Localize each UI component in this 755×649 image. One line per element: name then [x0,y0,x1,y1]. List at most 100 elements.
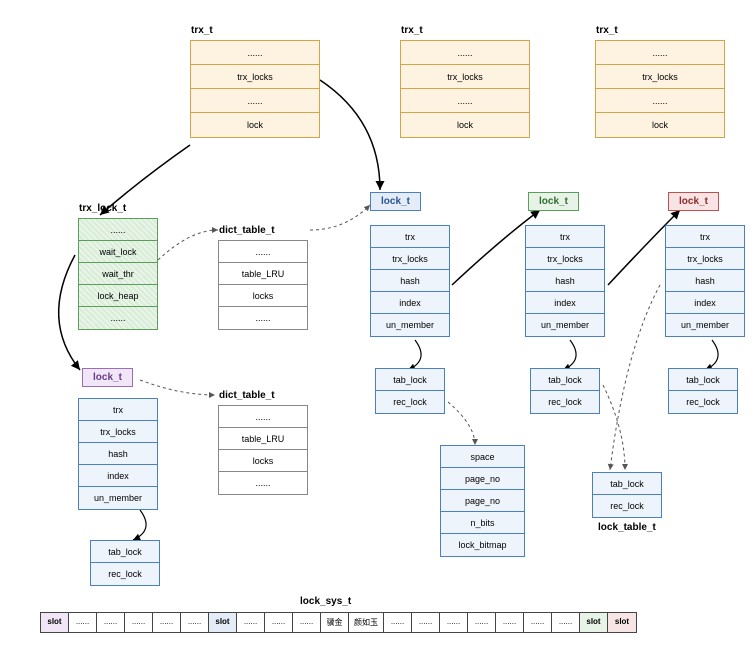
lock-t-fields-2: trx trx_locks hash index un_member [370,225,450,337]
cell-wait-thr: wait_thr [79,263,157,285]
cell-space: space [441,446,524,468]
cell-un-member: un_member [666,314,744,336]
trx-cell: ...... [401,41,529,65]
slot-cjk-1: 骥金 [321,613,349,632]
cell-hash: hash [666,270,744,292]
slot-cjk-2: 颜如玉 [349,613,384,632]
dict-table-t-2: dict_table_t ...... table_LRU locks ....… [218,405,308,495]
cell-page-no: page_no [441,490,524,512]
cell-wait-lock: wait_lock [79,241,157,263]
cell-lock-heap: lock_heap [79,285,157,307]
cell: ...... [79,307,157,329]
trx-cell: ...... [596,89,724,113]
trx-cell: trx_locks [596,65,724,89]
slot-dots: ...... [153,613,181,632]
cell-table-lru: table_LRU [219,263,307,285]
cell-locks: locks [219,450,307,472]
lock-t-header-red: lock_t [668,192,719,211]
dict-table-t-title: dict_table_t [219,390,275,401]
cell-rec-lock: rec_lock [91,563,159,585]
cell-page-no: page_no [441,468,524,490]
slot-dots: ...... [496,613,524,632]
slot-blue: slot [209,613,237,632]
cell-rec-lock: rec_lock [531,391,599,413]
slot-dots: ...... [265,613,293,632]
cell-hash: hash [526,270,604,292]
slot-dots: ...... [237,613,265,632]
cell-index: index [526,292,604,314]
trx-t-box-2: trx_t ...... trx_locks ...... lock [400,40,530,138]
cell-index: index [371,292,449,314]
cell: ...... [219,472,307,494]
cell-trx-locks: trx_locks [371,248,449,270]
lock-sub-2: tab_lock rec_lock [375,368,445,414]
lock-t-header-green: lock_t [528,192,579,211]
trx-t-title: trx_t [191,25,213,36]
lock-t-header-purple: lock_t [82,368,133,387]
cell-tab-lock: tab_lock [376,369,444,391]
cell-index: index [666,292,744,314]
lock-table-t-label: lock_table_t [598,522,656,533]
trx-t-box-3: trx_t ...... trx_locks ...... lock [595,40,725,138]
trx-cell: ...... [191,41,319,65]
cell: ...... [79,219,157,241]
trx-cell-lock: lock [191,113,319,137]
slot-green: slot [580,613,608,632]
cell-n-bits: n_bits [441,512,524,534]
slot-red: slot [608,613,636,632]
trx-lock-t-title: trx_lock_t [79,203,126,214]
lock-sub-3: tab_lock rec_lock [530,368,600,414]
cell-tab-lock: tab_lock [593,473,661,495]
slot-dots: ...... [552,613,580,632]
lock-t-header-blue: lock_t [370,192,421,211]
lock-t-fields-4: trx trx_locks hash index un_member [665,225,745,337]
cell-un-member: un_member [371,314,449,336]
trx-cell: lock [596,113,724,137]
cell-table-lru: table_LRU [219,428,307,450]
cell-trx: trx [79,399,157,421]
trx-t-title: trx_t [596,25,618,36]
trx-cell-trx_locks: trx_locks [191,65,319,89]
trx-cell: ...... [596,41,724,65]
trx-cell: lock [401,113,529,137]
trx-cell: ...... [401,89,529,113]
lock-sub-4: tab_lock rec_lock [668,368,738,414]
lock-t-fields-3: trx trx_locks hash index un_member [525,225,605,337]
cell-rec-lock: rec_lock [593,495,661,517]
cell-un-member: un_member [526,314,604,336]
trx-cell: ...... [191,89,319,113]
cell-hash: hash [371,270,449,292]
trx-lock-t-box: trx_lock_t ...... wait_lock wait_thr loc… [78,218,158,330]
cell-index: index [79,465,157,487]
slot-purple: slot [41,613,69,632]
slot-dots: ...... [384,613,412,632]
slot-dots: ...... [125,613,153,632]
cell-rec-lock: rec_lock [669,391,737,413]
lock-sub-5: tab_lock rec_lock [592,472,662,518]
trx-t-title: trx_t [401,25,423,36]
cell-trx: trx [526,226,604,248]
dict-table-t-1: dict_table_t ...... table_LRU locks ....… [218,240,308,330]
slot-dots: ...... [97,613,125,632]
cell-locks: locks [219,285,307,307]
cell-tab-lock: tab_lock [531,369,599,391]
cell-un-member: un_member [79,487,157,509]
lock-sub-1: tab_lock rec_lock [90,540,160,586]
rec-detail-box: space page_no page_no n_bits lock_bitmap [440,445,525,557]
cell: ...... [219,241,307,263]
cell-tab-lock: tab_lock [91,541,159,563]
slot-dots: ...... [69,613,97,632]
cell-trx: trx [666,226,744,248]
trx-t-box-1: trx_t ...... trx_locks ...... lock [190,40,320,138]
cell-trx-locks: trx_locks [526,248,604,270]
cell-lock-bitmap: lock_bitmap [441,534,524,556]
slot-dots: ...... [181,613,209,632]
trx-cell: trx_locks [401,65,529,89]
slot-dots: ...... [412,613,440,632]
cell: ...... [219,307,307,329]
dict-table-t-title: dict_table_t [219,225,275,236]
slot-dots: ...... [524,613,552,632]
slot-dots: ...... [468,613,496,632]
cell-rec-lock: rec_lock [376,391,444,413]
lock-sys-slot-row: slot ...... ...... ...... ...... ...... … [40,612,637,633]
